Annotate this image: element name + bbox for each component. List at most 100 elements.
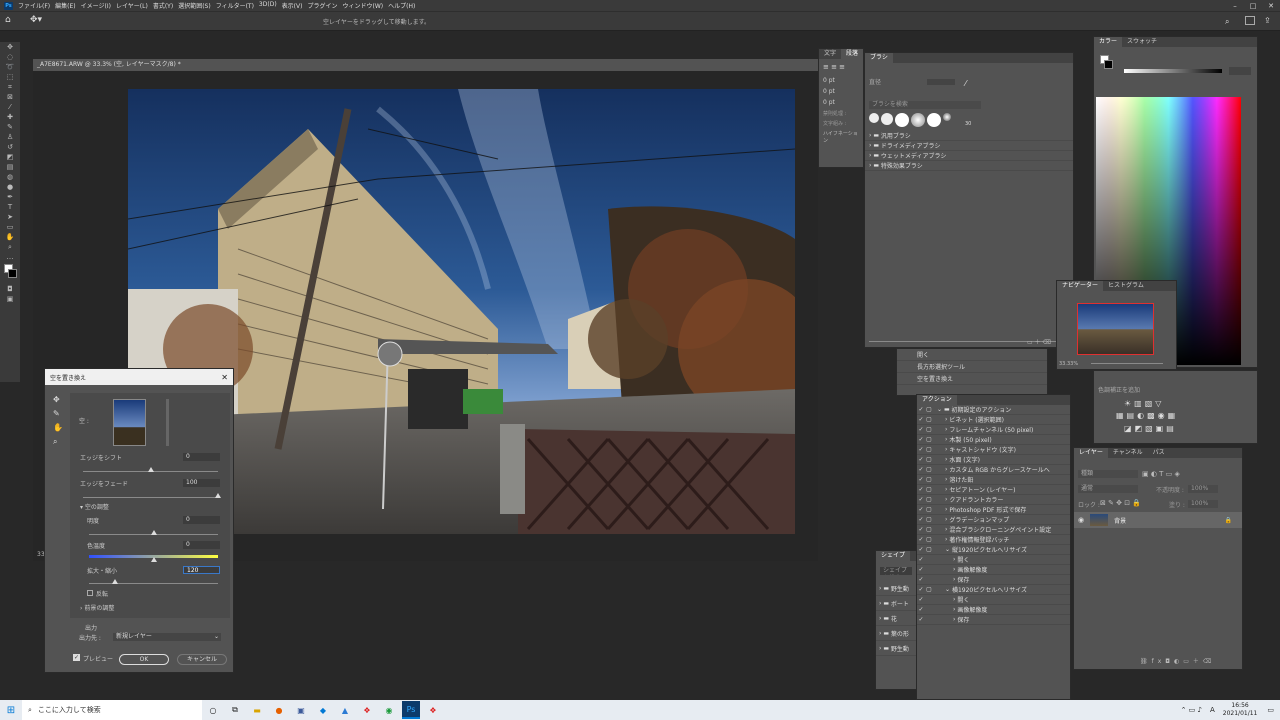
checkmark-icon[interactable]: ✓ [917, 446, 925, 453]
scale-slider[interactable] [89, 583, 218, 584]
brush-preset[interactable] [881, 113, 893, 125]
brush-preset[interactable] [911, 113, 925, 127]
edge-fade-slider[interactable] [83, 497, 218, 498]
color-swatches[interactable] [0, 262, 20, 284]
dialog-close-icon[interactable]: ✕ [221, 373, 228, 382]
indent-left-field[interactable]: 0 pt [819, 75, 863, 86]
checkmark-icon[interactable]: ✓ [917, 526, 925, 533]
brush-folder[interactable]: › ▬ ウェットメディアブラシ [865, 151, 1073, 161]
dialog-toggle-icon[interactable]: ▢ [925, 466, 933, 473]
action-item[interactable]: ✓ › 画像解像度 [917, 565, 1070, 575]
expand-icon[interactable]: › [945, 506, 947, 513]
expand-icon[interactable]: › [945, 446, 947, 453]
clock[interactable]: 16:56 2021/01/11 [1223, 702, 1258, 718]
menu-item[interactable]: 選択範囲(S) [178, 1, 211, 10]
document-tab[interactable]: _A7E8671.ARW @ 33.3% (空, レイヤーマスク/8) * [33, 59, 818, 71]
action-item[interactable]: ✓ ▢ › キャストシャドウ (文字) [917, 445, 1070, 455]
checkmark-icon[interactable]: ✓ [917, 606, 925, 613]
blur-tool-icon[interactable]: ◍ [0, 172, 20, 182]
action-item[interactable]: ✓ › 画像解像度 [917, 605, 1070, 615]
healing-brush-icon[interactable]: ✚ [0, 112, 20, 122]
expand-icon[interactable]: › [945, 416, 947, 423]
brush-folder[interactable]: › ▬ 汎用ブラシ [865, 131, 1073, 141]
tab-character[interactable]: 文字 [819, 49, 841, 59]
screen-mode-icon[interactable]: ▣ [0, 294, 20, 304]
fill-field[interactable]: 100% [1188, 500, 1218, 508]
checkmark-icon[interactable]: ✓ [917, 616, 925, 623]
ime-indicator[interactable]: A [1210, 706, 1215, 714]
action-item[interactable]: ✓ ▢ › グラデーションマップ [917, 515, 1070, 525]
expand-icon[interactable]: ⌄ [945, 546, 950, 553]
app-icon[interactable]: ❖ [358, 701, 376, 719]
hand-tool-icon[interactable]: ✋ [0, 232, 20, 242]
dialog-toggle-icon[interactable]: ▢ [925, 546, 933, 553]
menu-item[interactable]: レイヤー(L) [116, 1, 148, 10]
action-item[interactable]: ✓ ▢ › フレームチャンネル (50 pixel) [917, 425, 1070, 435]
brush-tool-icon[interactable]: ✎ [0, 122, 20, 132]
expand-icon[interactable]: › [953, 576, 955, 583]
align-icons[interactable]: ≡ ≡ ≡ [819, 59, 863, 75]
checkmark-icon[interactable]: ✓ [917, 416, 925, 423]
space-before-field[interactable]: 0 pt [819, 97, 863, 108]
temperature-knob[interactable] [150, 557, 157, 562]
tab-histogram[interactable]: ヒストグラム [1103, 281, 1149, 291]
share-icon[interactable]: ⇪ [1264, 16, 1271, 25]
marquee-tool-icon[interactable]: ◌ [0, 52, 20, 62]
dialog-toggle-icon[interactable]: ▢ [925, 586, 933, 593]
new-folder-icon[interactable]: ▭ ＋ ⌫ [1027, 337, 1051, 346]
expand-icon[interactable]: › [945, 436, 947, 443]
gradient-tool-icon[interactable]: ▤ [0, 162, 20, 172]
checkmark-icon[interactable]: ✓ [917, 516, 925, 523]
action-item[interactable]: ✓ › 保存 [917, 575, 1070, 585]
preview-checkbox[interactable]: ✓ [73, 654, 80, 661]
expand-icon[interactable]: › [953, 566, 955, 573]
expand-icon[interactable]: › [945, 466, 947, 473]
tab-layers[interactable]: レイヤー [1074, 448, 1108, 458]
dialog-toggle-icon[interactable]: ▢ [925, 416, 933, 423]
lock-icons[interactable]: ⊠ ✎ ✥ ⊡ 🔒 [1100, 499, 1141, 507]
zoom-icon[interactable]: ⌕ [53, 435, 65, 449]
output-to-select[interactable]: 新規レイヤー ⌄ [113, 633, 221, 641]
brush-settings-icon[interactable]: ⁄ [965, 79, 966, 88]
move-tool-icon[interactable]: ✥ [0, 42, 20, 52]
type-tool-icon[interactable]: T [0, 202, 20, 212]
ok-button[interactable]: OK [119, 654, 169, 665]
brush-preset[interactable] [895, 113, 909, 127]
checkmark-icon[interactable]: ✓ [917, 536, 925, 543]
scale-field[interactable]: 120 [183, 566, 220, 574]
temperature-field[interactable]: 0 [183, 541, 220, 549]
menu-item[interactable]: 3D(D) [259, 1, 277, 10]
dialog-toggle-icon[interactable]: ▢ [925, 436, 933, 443]
action-item[interactable]: ✓ ▢ ⌄ 横1920ピクセルへリサイズ [917, 585, 1070, 595]
expand-icon[interactable]: › [953, 616, 955, 623]
menu-item[interactable]: ウィンドウ(W) [342, 1, 383, 10]
checkmark-icon[interactable]: ✓ [917, 486, 925, 493]
quick-mask-icon[interactable]: ◘ [0, 284, 20, 294]
action-item[interactable]: ✓ ▢ ⌄ 縦1920ピクセルへリサイズ [917, 545, 1070, 555]
checkmark-icon[interactable]: ✓ [917, 496, 925, 503]
home-icon[interactable]: ⌂ [5, 15, 17, 27]
frame-tool-icon[interactable]: ⊠ [0, 92, 20, 102]
layer-name[interactable]: 背景 [1114, 516, 1126, 525]
checkmark-icon[interactable]: ✓ [917, 546, 925, 553]
expand-icon[interactable]: ⌄ [945, 586, 950, 593]
action-item[interactable]: ✓ ▢ › セピアトーン (レイヤー) [917, 485, 1070, 495]
background-color[interactable] [8, 269, 17, 278]
app-icon[interactable]: ▣ [292, 701, 310, 719]
dialog-toggle-icon[interactable]: ▢ [925, 496, 933, 503]
action-item[interactable]: ✓ ▢ › 溶けた鉛 [917, 475, 1070, 485]
dialog-toggle-icon[interactable]: ▢ [925, 486, 933, 493]
maximize-icon[interactable]: □ [1244, 0, 1262, 11]
close-icon[interactable]: ✕ [1262, 0, 1280, 11]
taskbar-search[interactable]: ⌕ ここに入力して検索 [22, 700, 202, 720]
tab-navigator[interactable]: ナビゲーター [1057, 281, 1104, 291]
history-brush-icon[interactable]: ↺ [0, 142, 20, 152]
task-view-icon[interactable]: ⧉ [226, 701, 244, 719]
shape-folder[interactable]: › ▬ 花 [876, 611, 916, 626]
menu-item[interactable]: 表示(V) [282, 1, 303, 10]
menu-item[interactable]: ファイル(F) [18, 1, 50, 10]
brush-search-input[interactable]: ブラシを検索 [869, 101, 981, 109]
dialog-toggle-icon[interactable]: ▢ [925, 506, 933, 513]
action-item[interactable]: ✓ ▢ ⌄ ▬ 初期設定のアクション [917, 405, 1070, 415]
action-item[interactable]: ✓ › 開く [917, 595, 1070, 605]
